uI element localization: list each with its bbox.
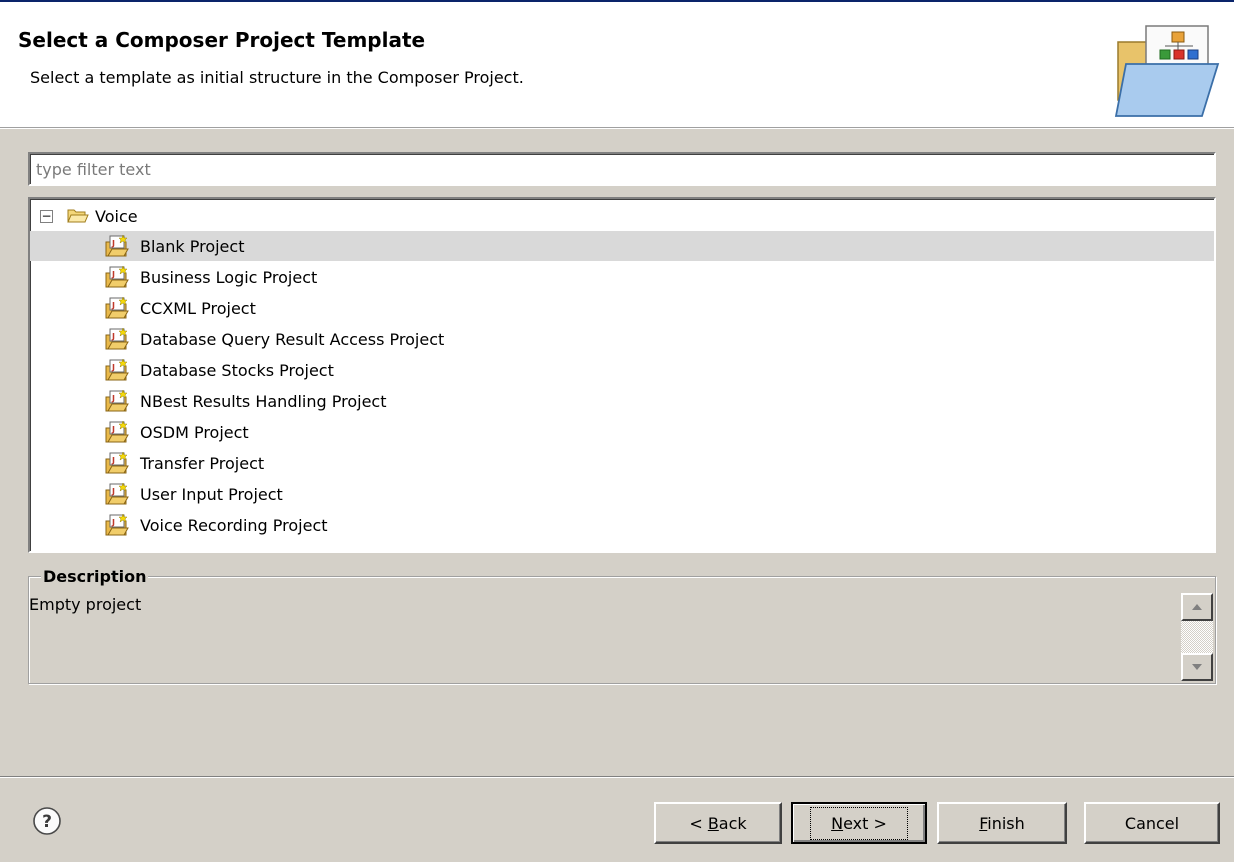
arrow-down-icon xyxy=(1192,664,1202,670)
tree-item-label: Database Stocks Project xyxy=(140,360,334,380)
finish-button-label: Finish xyxy=(979,814,1025,833)
wizard-header: Select a Composer Project Template Selec… xyxy=(0,2,1234,128)
page-title: Select a Composer Project Template xyxy=(18,28,426,52)
page-subtitle: Select a template as initial structure i… xyxy=(30,68,524,87)
back-prefix: < xyxy=(689,813,708,833)
project-template-icon xyxy=(105,513,129,536)
tree-item-transfer-project[interactable]: Transfer Project xyxy=(30,448,1214,478)
tree-item-database-query-result-access-project[interactable]: Database Query Result Access Project xyxy=(30,324,1214,354)
back-mnemonic: B xyxy=(707,813,719,833)
description-group: Description Empty project xyxy=(28,567,1216,684)
tree-item-label: Voice Recording Project xyxy=(140,515,328,535)
wizard-banner-icon xyxy=(1114,25,1220,117)
tree-item-nbest-results-handling-project[interactable]: NBest Results Handling Project xyxy=(30,386,1214,416)
description-scrollbar[interactable] xyxy=(1181,593,1213,681)
tree-node-voice[interactable]: − Voice xyxy=(40,204,138,228)
project-template-icon xyxy=(105,327,129,350)
header-separator xyxy=(0,128,1234,129)
tree-node-label: Voice xyxy=(95,206,138,226)
button-bar-separator-highlight xyxy=(0,777,1234,778)
tree-item-label: Database Query Result Access Project xyxy=(140,329,445,349)
finish-button[interactable]: Finish xyxy=(937,802,1067,844)
scroll-up-button[interactable] xyxy=(1181,593,1213,621)
arrow-up-icon xyxy=(1192,604,1202,610)
project-template-icon xyxy=(105,265,129,288)
tree-item-blank-project[interactable]: Blank Project xyxy=(30,231,1214,261)
project-template-icon xyxy=(105,358,129,381)
finish-rest: inish xyxy=(987,813,1025,833)
filter-input[interactable] xyxy=(28,152,1216,186)
back-button-label: < Back xyxy=(689,814,746,833)
tree-item-ccxml-project[interactable]: CCXML Project xyxy=(30,293,1214,323)
tree-item-label: Transfer Project xyxy=(140,453,265,473)
tree-item-label: CCXML Project xyxy=(140,298,256,318)
project-template-icon xyxy=(105,482,129,505)
tree-item-osdm-project[interactable]: OSDM Project xyxy=(30,417,1214,447)
project-template-icon xyxy=(105,296,129,319)
tree-item-voice-recording-project[interactable]: Voice Recording Project xyxy=(30,510,1214,540)
next-mnemonic: N xyxy=(831,813,844,833)
collapse-toggle-icon[interactable]: − xyxy=(40,209,53,223)
tree-item-database-stocks-project[interactable]: Database Stocks Project xyxy=(30,355,1214,385)
tree-item-label: OSDM Project xyxy=(140,422,249,442)
tree-item-label: User Input Project xyxy=(140,484,283,504)
description-text: Empty project xyxy=(29,595,142,614)
svg-text:?: ? xyxy=(42,812,52,832)
tree-item-label: NBest Results Handling Project xyxy=(140,391,387,411)
next-button-label: Next > xyxy=(810,806,908,840)
project-template-icon xyxy=(105,234,129,257)
tree-item-user-input-project[interactable]: User Input Project xyxy=(30,479,1214,509)
scroll-down-button[interactable] xyxy=(1181,653,1213,681)
description-label: Description xyxy=(41,567,149,586)
next-rest: ext > xyxy=(843,813,887,833)
project-template-icon xyxy=(105,389,129,412)
back-button[interactable]: < Back xyxy=(654,802,782,844)
tree-item-business-logic-project[interactable]: Business Logic Project xyxy=(30,262,1214,292)
help-icon[interactable]: ? xyxy=(32,806,62,836)
folder-open-icon xyxy=(67,209,89,223)
back-rest: ack xyxy=(718,813,747,833)
project-template-icon xyxy=(105,420,129,443)
cancel-button[interactable]: Cancel xyxy=(1084,802,1220,844)
tree-item-label: Business Logic Project xyxy=(140,267,318,287)
project-template-icon xyxy=(105,451,129,474)
template-tree[interactable]: − Voice Blank Project Business Logic Pro… xyxy=(28,197,1216,553)
next-button[interactable]: Next > xyxy=(791,802,927,844)
scroll-track[interactable] xyxy=(1181,621,1213,653)
tree-item-label: Blank Project xyxy=(140,236,245,256)
cancel-button-label: Cancel xyxy=(1124,813,1180,833)
